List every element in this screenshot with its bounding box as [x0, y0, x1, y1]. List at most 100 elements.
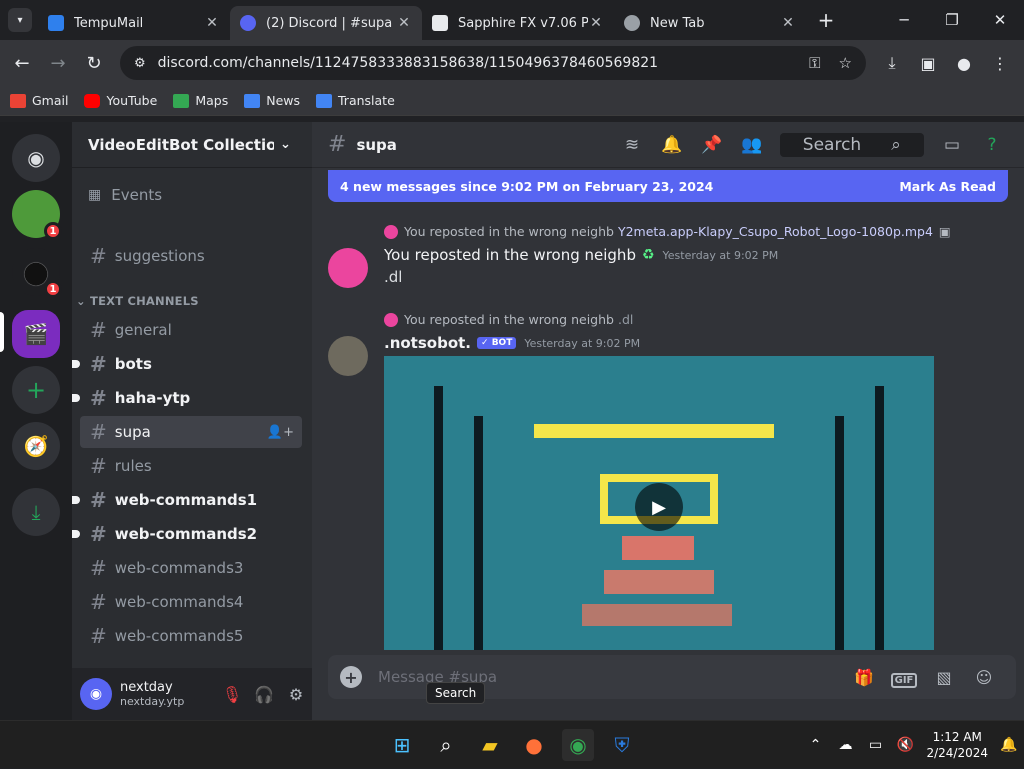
- clock-date: 2/24/2024: [926, 746, 988, 760]
- download-icon[interactable]: ⤓: [874, 53, 910, 73]
- defender-shield-icon[interactable]: ⛨: [606, 729, 638, 761]
- server-videoeditbot[interactable]: 🎬: [12, 310, 60, 358]
- channel-supa[interactable]: # supa 👤+: [80, 416, 302, 448]
- side-panel-icon[interactable]: ▣: [910, 54, 946, 73]
- bookmark-translate[interactable]: Translate: [316, 93, 395, 108]
- user-avatar[interactable]: ◉: [80, 678, 112, 710]
- channel-suggestions[interactable]: # suggestions: [80, 240, 302, 272]
- channel-general[interactable]: # general: [80, 314, 302, 346]
- bookmark-youtube[interactable]: YouTube: [84, 93, 157, 108]
- server-header[interactable]: VideoEditBot Collection 1.0 ⌄: [72, 122, 312, 168]
- member-list-icon[interactable]: 👥: [732, 135, 772, 155]
- user-panel: ◉ nextday nextday.ytp 🎙 🎧 ⚙: [72, 668, 312, 720]
- tab-close-icon[interactable]: ✕: [780, 15, 796, 31]
- chrome-icon[interactable]: ◉: [562, 729, 594, 761]
- tab-close-icon[interactable]: ✕: [204, 15, 220, 31]
- channel-rules[interactable]: # rules: [80, 450, 302, 482]
- events-item[interactable]: ▦ Events: [88, 186, 162, 204]
- discord-home-icon[interactable]: ◉: [12, 134, 60, 182]
- attachment-link[interactable]: Y2meta.app-Klapy_Csupo_Robot_Logo-1080p.…: [618, 224, 933, 239]
- close-window-icon[interactable]: ✕: [976, 0, 1024, 40]
- pin-icon[interactable]: 📌: [692, 135, 732, 155]
- tab-close-icon[interactable]: ✕: [588, 15, 604, 31]
- author-name[interactable]: .notsobot.: [384, 334, 471, 352]
- notification-bell-icon[interactable]: 🔔: [652, 135, 692, 155]
- bookmark-star-icon[interactable]: ☆: [839, 54, 852, 72]
- inbox-icon[interactable]: ▭: [932, 135, 972, 155]
- channel-haha-ytp[interactable]: # haha-ytp: [72, 382, 302, 414]
- sticker-icon[interactable]: ▧: [924, 668, 964, 687]
- reply-reference[interactable]: You reposted in the wrong neighb Y2meta.…: [384, 224, 951, 239]
- chevron-up-icon[interactable]: ⌃: [800, 737, 830, 753]
- category-text-channels[interactable]: ⌄ TEXT CHANNELS: [76, 294, 199, 308]
- server-avatar-amongus[interactable]: ● 1: [12, 248, 62, 298]
- category-label: TEXT CHANNELS: [90, 294, 199, 308]
- help-icon[interactable]: ?: [972, 135, 1012, 155]
- author-name[interactable]: You reposted in the wrong neighb: [384, 246, 636, 264]
- gift-icon[interactable]: 🎁: [844, 668, 884, 687]
- notification-bell-icon[interactable]: 🔔: [994, 737, 1024, 753]
- password-key-icon[interactable]: ⚿: [809, 54, 820, 72]
- attach-plus-icon[interactable]: +: [340, 666, 362, 688]
- file-explorer-icon[interactable]: ▰: [474, 729, 506, 761]
- download-apps-icon[interactable]: ⤓: [12, 488, 60, 536]
- menu-icon[interactable]: ⋮: [982, 54, 1018, 73]
- bookmark-news[interactable]: News: [244, 93, 300, 108]
- firefox-icon[interactable]: ●: [518, 729, 550, 761]
- channel-bots[interactable]: # bots: [72, 348, 302, 380]
- tab-search-icon[interactable]: ▾: [8, 8, 32, 32]
- volume-muted-icon[interactable]: 🔇: [890, 737, 920, 753]
- new-tab-button[interactable]: +: [812, 8, 840, 32]
- explore-servers-icon[interactable]: 🧭: [12, 422, 60, 470]
- channel-web-commands5[interactable]: # web-commands5: [80, 620, 302, 652]
- minimize-icon[interactable]: ─: [880, 0, 928, 40]
- url-text[interactable]: discord.com/channels/1124758333883158638…: [158, 55, 791, 71]
- channel-web-commands1[interactable]: # web-commands1: [72, 484, 302, 516]
- mic-muted-icon[interactable]: 🎙: [216, 685, 248, 704]
- back-icon[interactable]: ←: [4, 53, 40, 74]
- user-avatar[interactable]: [328, 248, 368, 288]
- tab-sapphire[interactable]: Sapphire FX v7.06 Patch ✕: [422, 6, 614, 40]
- site-info-icon[interactable]: ⚙: [134, 56, 146, 71]
- address-bar[interactable]: ⚙ discord.com/channels/11247583338831586…: [120, 46, 866, 80]
- emoji-picker-icon[interactable]: ☺: [964, 668, 1004, 687]
- tab-tempumail[interactable]: TempuMail ✕: [38, 6, 230, 40]
- tab-discord[interactable]: (2) Discord | #supa | VideoEditBot Colle…: [230, 6, 422, 40]
- search-placeholder: Search: [802, 135, 862, 155]
- reply-reference[interactable]: You reposted in the wrong neighb .dl: [384, 312, 633, 327]
- cloud-icon[interactable]: ☁: [830, 737, 860, 753]
- channel-web-commands4[interactable]: # web-commands4: [80, 586, 302, 618]
- windows-start-icon[interactable]: ⊞: [386, 729, 418, 761]
- unread-dot: [72, 530, 80, 538]
- gif-icon[interactable]: GIF: [884, 668, 924, 688]
- network-icon[interactable]: ▭: [860, 737, 890, 753]
- threads-icon[interactable]: ≋: [612, 135, 652, 155]
- restore-icon[interactable]: ❐: [928, 0, 976, 40]
- search-input[interactable]: Search ⌕: [780, 133, 924, 157]
- channel-web-commands3[interactable]: # web-commands3: [80, 552, 302, 584]
- bank-favicon-icon: [432, 15, 448, 31]
- search-icon[interactable]: ⌕: [430, 729, 462, 761]
- add-member-icon[interactable]: 👤+: [267, 425, 294, 440]
- video-embed[interactable]: ▶: [384, 356, 934, 650]
- play-icon[interactable]: ▶: [635, 483, 683, 531]
- new-messages-bar[interactable]: 4 new messages since 9:02 PM on February…: [328, 170, 1008, 202]
- message-header: .notsobot. ✓ BOT Yesterday at 9:02 PM: [384, 334, 640, 352]
- bot-avatar[interactable]: [328, 336, 368, 376]
- reload-icon[interactable]: ↻: [76, 53, 112, 74]
- settings-gear-icon[interactable]: ⚙: [280, 685, 312, 704]
- bookmark-gmail[interactable]: Gmail: [10, 93, 68, 108]
- forward-icon[interactable]: →: [40, 53, 76, 74]
- bookmark-maps[interactable]: Maps: [173, 93, 228, 108]
- mark-as-read-button[interactable]: Mark As Read: [899, 179, 996, 194]
- bookmark-label: Gmail: [32, 93, 69, 108]
- headphones-icon[interactable]: 🎧: [248, 685, 280, 704]
- server-avatar-green[interactable]: 1: [12, 190, 62, 240]
- browser-toolbar: ← → ↻ ⚙ discord.com/channels/11247583338…: [0, 40, 1024, 86]
- channel-web-commands2[interactable]: # web-commands2: [72, 518, 302, 550]
- tab-close-icon[interactable]: ✕: [396, 15, 412, 31]
- add-server-icon[interactable]: +: [12, 366, 60, 414]
- profile-icon[interactable]: ●: [946, 54, 982, 73]
- tab-newtab[interactable]: New Tab ✕: [614, 6, 806, 40]
- clock[interactable]: 1:12 AM 2/24/2024: [926, 729, 988, 761]
